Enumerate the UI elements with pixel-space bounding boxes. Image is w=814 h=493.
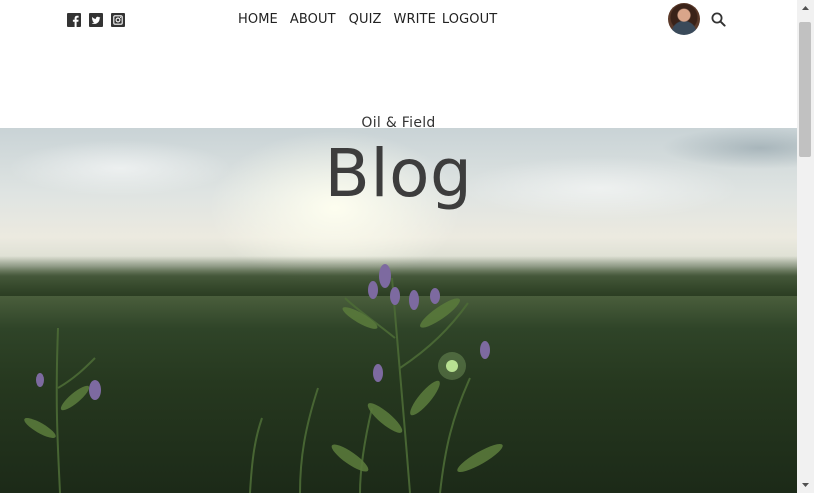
site-tagline: Oil & Field [361,115,436,131]
scrollbar-thumb[interactable] [799,22,811,157]
scroll-down-arrow-icon[interactable] [797,476,814,493]
instagram-icon[interactable] [111,13,125,27]
search-icon[interactable] [711,12,726,27]
main-menu: HOME ABOUT QUIZ WRITE LOGOUT [238,12,497,28]
top-navigation-bar: HOME ABOUT QUIZ WRITE LOGOUT [0,0,797,40]
nav-about-link[interactable]: ABOUT [290,12,336,28]
facebook-icon[interactable] [67,13,81,27]
nav-home-link[interactable]: HOME [238,12,278,28]
vertical-scrollbar[interactable] [797,0,814,493]
twitter-icon[interactable] [89,13,103,27]
scroll-up-arrow-icon[interactable] [797,0,814,17]
nav-logout-link[interactable]: LOGOUT [442,12,497,28]
nav-write-link[interactable]: WRITE [394,12,436,28]
nav-quiz-link[interactable]: QUIZ [349,12,382,28]
page: HOME ABOUT QUIZ WRITE LOGOUT Oil & Field… [0,0,797,493]
page-title: Blog [324,135,473,212]
social-links [67,13,125,27]
user-avatar[interactable] [668,3,700,35]
